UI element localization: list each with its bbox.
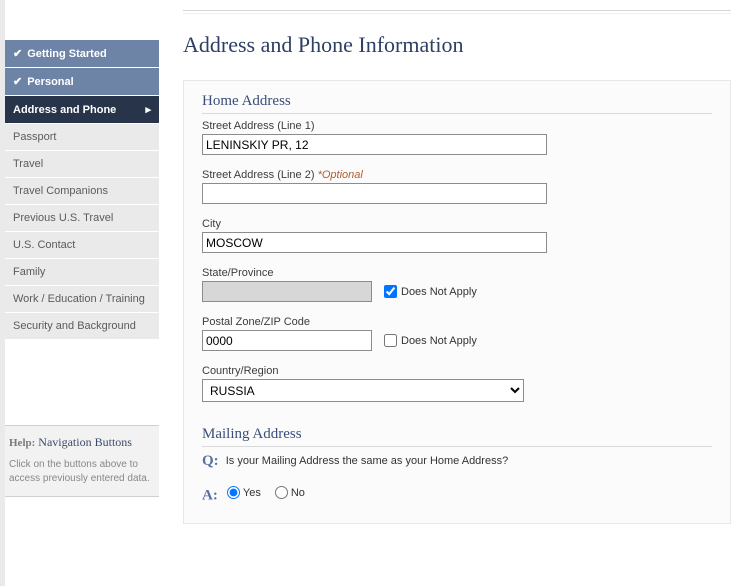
field-label: Postal Zone/ZIP Code [202, 316, 712, 328]
field-city: City [202, 218, 712, 253]
state-dna-checkbox[interactable] [384, 285, 397, 298]
sidebar-item-label: Travel [13, 158, 43, 170]
top-divider [183, 10, 731, 14]
mailing-no-label: No [291, 487, 305, 499]
sidebar-item-label: Passport [13, 131, 56, 143]
sidebar-item-work-education-training[interactable]: Work / Education / Training [5, 286, 159, 313]
column-spacer [159, 0, 183, 586]
state-dna-label: Does Not Apply [401, 286, 477, 298]
sidebar-item-travel-companions[interactable]: Travel Companions [5, 178, 159, 205]
field-label: City [202, 218, 712, 230]
form-panel: Home Address Street Address (Line 1) Str… [183, 80, 731, 524]
field-label: Country/Region [202, 365, 712, 377]
field-label-text: Street Address (Line 2) [202, 169, 318, 181]
sidebar-item-personal[interactable]: ✔ Personal [5, 68, 159, 96]
mailing-question-row: Q: Is your Mailing Address the same as y… [202, 453, 712, 470]
check-icon: ✔ [13, 48, 22, 60]
field-street1: Street Address (Line 1) [202, 120, 712, 155]
state-input [202, 281, 372, 302]
sidebar-item-label: Family [13, 266, 45, 278]
sidebar-item-label: Travel Companions [13, 185, 108, 197]
optional-marker: *Optional [318, 169, 363, 181]
mailing-radio-group: Yes No [227, 486, 305, 499]
mailing-yes-label: Yes [243, 487, 261, 499]
field-street2: Street Address (Line 2) *Optional [202, 169, 712, 204]
sidebar-item-label: Personal [27, 76, 73, 88]
state-dna-wrap[interactable]: Does Not Apply [384, 285, 477, 298]
sidebar-item-getting-started[interactable]: ✔ Getting Started [5, 40, 159, 68]
question-text: Is your Mailing Address the same as your… [226, 455, 508, 467]
street1-input[interactable] [202, 134, 547, 155]
sidebar-item-label: Security and Background [13, 320, 136, 332]
question-prefix: Q: [202, 453, 219, 469]
help-title-text: Navigation Buttons [38, 435, 132, 449]
mailing-yes-radio[interactable] [227, 486, 240, 499]
sidebar-item-label: Previous U.S. Travel [13, 212, 113, 224]
help-box: Help: Navigation Buttons Click on the bu… [5, 425, 159, 497]
page-title: Address and Phone Information [183, 32, 731, 58]
help-title: Help: Navigation Buttons [9, 431, 155, 458]
sidebar-item-family[interactable]: Family [5, 259, 159, 286]
sidebar-item-label: Work / Education / Training [13, 293, 145, 305]
sidebar-item-previous-us-travel[interactable]: Previous U.S. Travel [5, 205, 159, 232]
street2-input[interactable] [202, 183, 547, 204]
mailing-yes-option[interactable]: Yes [227, 486, 261, 499]
field-country: Country/Region RUSSIA [202, 365, 712, 402]
help-title-prefix: Help: [9, 437, 35, 449]
postal-dna-wrap[interactable]: Does Not Apply [384, 334, 477, 347]
postal-dna-checkbox[interactable] [384, 334, 397, 347]
sidebar-item-us-contact[interactable]: U.S. Contact [5, 232, 159, 259]
postal-dna-label: Does Not Apply [401, 335, 477, 347]
help-text: Click on the buttons above to access pre… [9, 458, 155, 486]
section-title-home-address: Home Address [202, 93, 712, 114]
field-label: State/Province [202, 267, 712, 279]
field-label: Street Address (Line 1) [202, 120, 712, 132]
section-title-mailing-address: Mailing Address [202, 426, 712, 447]
mailing-answer-row: A: Yes No [202, 486, 712, 505]
postal-input[interactable] [202, 330, 372, 351]
country-select[interactable]: RUSSIA [202, 379, 524, 402]
sidebar: ✔ Getting Started ✔ Personal Address and P… [5, 0, 159, 586]
sidebar-item-passport[interactable]: Passport [5, 124, 159, 151]
sidebar-item-address-and-phone[interactable]: Address and Phone ▸ [5, 96, 159, 124]
field-postal: Postal Zone/ZIP Code Does Not Apply [202, 316, 712, 351]
sidebar-item-label: U.S. Contact [13, 239, 75, 251]
sidebar-item-label: Getting Started [27, 48, 106, 60]
check-icon: ✔ [13, 76, 22, 88]
mailing-no-option[interactable]: No [275, 486, 305, 499]
city-input[interactable] [202, 232, 547, 253]
chevron-right-icon: ▸ [145, 103, 151, 116]
sidebar-item-travel[interactable]: Travel [5, 151, 159, 178]
sidebar-item-label: Address and Phone [13, 104, 116, 116]
sidebar-item-security-and-background[interactable]: Security and Background [5, 313, 159, 340]
main-content: Address and Phone Information Home Addre… [183, 0, 745, 586]
field-state: State/Province Does Not Apply [202, 267, 712, 302]
answer-prefix: A: [202, 488, 218, 504]
field-label: Street Address (Line 2) *Optional [202, 169, 712, 181]
mailing-no-radio[interactable] [275, 486, 288, 499]
